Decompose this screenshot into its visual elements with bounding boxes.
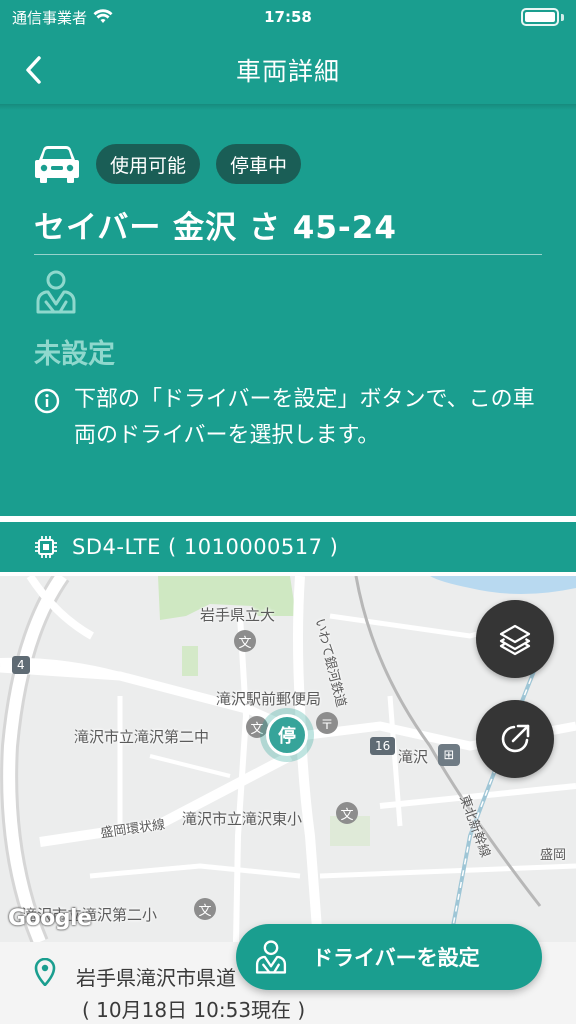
info-message: 下部の「ドライバーを設定」ボタンで、この車両のドライバーを選択します。 xyxy=(34,382,544,454)
status-badge-available: 使用可能 xyxy=(96,144,201,184)
chip-icon xyxy=(35,536,57,558)
route-4-shield: 4 xyxy=(12,656,30,674)
school-icon: 文 xyxy=(336,802,358,824)
google-logo: Google xyxy=(8,906,92,931)
back-button[interactable] xyxy=(14,48,54,92)
map-label-university: 岩手県立大 xyxy=(200,606,276,624)
driver-icon xyxy=(255,940,287,974)
station-icon: ⊞ xyxy=(438,744,460,766)
info-icon xyxy=(34,388,60,414)
divider xyxy=(34,254,542,255)
set-driver-label: ドライバーを設定 xyxy=(312,946,480,970)
car-icon xyxy=(35,146,79,183)
location-timestamp: ( 10月18日 10:53現在 ) xyxy=(82,998,306,1022)
route-16-shield: 16 xyxy=(370,737,396,755)
map-label-elementary-east: 滝沢市立滝沢東小 xyxy=(182,810,303,828)
status-badge-parked: 停車中 xyxy=(216,144,302,184)
device-row: SD4-LTE ( 1010000517 ) xyxy=(0,522,576,572)
status-bar: 通信事業者 17:58 xyxy=(0,0,576,34)
clock: 17:58 xyxy=(264,8,312,26)
location-pin-icon xyxy=(34,958,56,986)
school-icon: 文 xyxy=(194,898,216,920)
map-label-morioka: 盛岡 xyxy=(540,848,567,863)
vehicle-detail-panel: 使用可能 停車中 セイバー 金沢 さ 45-24 未設定 下部の「ドライバーを設… xyxy=(0,106,576,516)
vehicle-name: セイバー 金沢 さ 45-24 xyxy=(34,210,397,246)
layers-icon xyxy=(499,624,531,656)
post-office-icon: 〒 xyxy=(316,712,338,734)
info-text: 下部の「ドライバーを設定」ボタンで、この車両のドライバーを選択します。 xyxy=(74,387,535,448)
map-view[interactable]: 岩手県立大 文 滝沢駅前郵便局 〒 文 滝沢市立滝沢第二中 16 滝沢 ⊞ 4 … xyxy=(0,576,576,942)
map-layers-button[interactable] xyxy=(476,600,554,678)
external-link-icon xyxy=(501,724,530,753)
chevron-left-icon xyxy=(26,56,41,84)
map-label-post-office: 滝沢駅前郵便局 xyxy=(216,690,322,708)
location-address: 岩手県滝沢市県道 xyxy=(76,966,236,990)
map-label-takizawa: 滝沢 xyxy=(398,748,429,766)
set-driver-button[interactable]: ドライバーを設定 xyxy=(236,924,542,990)
map-label-junior-high: 滝沢市立滝沢第二中 xyxy=(74,728,210,746)
school-icon: 文 xyxy=(234,630,256,652)
driver-status: 未設定 xyxy=(34,339,115,370)
vehicle-marker[interactable]: 停 xyxy=(260,708,314,762)
device-label: SD4-LTE ( 1010000517 ) xyxy=(72,535,339,559)
vehicle-marker-label: 停 xyxy=(266,714,308,756)
open-external-map-button[interactable] xyxy=(476,700,554,778)
status-badges: 使用可能 停車中 xyxy=(34,144,302,184)
nav-bar: 車両詳細 xyxy=(0,34,576,106)
page-title: 車両詳細 xyxy=(235,57,340,86)
driver-icon xyxy=(36,270,76,314)
